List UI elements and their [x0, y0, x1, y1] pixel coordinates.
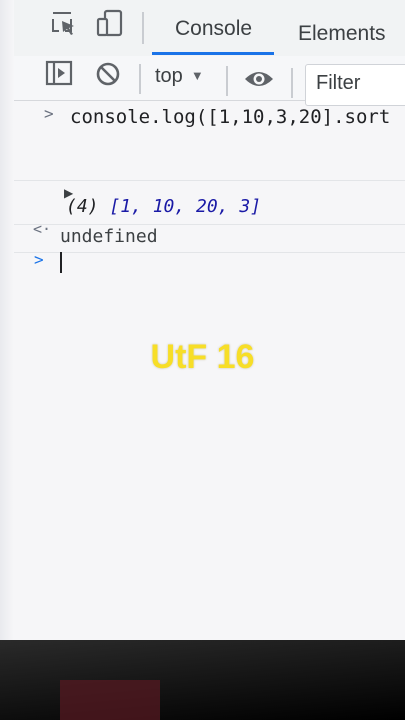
result-values: [1, 10, 20, 3] — [109, 196, 262, 217]
return-value: undefined — [60, 226, 158, 247]
console-input-entry[interactable]: console.log([1,10,3,20].sort — [70, 106, 390, 128]
result-divider — [0, 224, 405, 225]
toolbar-separator-2 — [226, 66, 228, 96]
console-prompt-input[interactable] — [60, 252, 62, 273]
screen-left-edge — [0, 0, 14, 665]
context-selector-label: top — [155, 65, 183, 87]
active-tab-indicator — [152, 52, 274, 55]
console-result-array[interactable]: (4) [1, 10, 20, 3] — [66, 196, 261, 217]
devtools-window: Console Elements top ▼ Filter > console.… — [0, 0, 405, 665]
sidebar-toggle-icon[interactable] — [45, 60, 73, 91]
tabbar-separator — [142, 12, 144, 44]
console-input-code: console.log([1,10,3,20].sort — [70, 106, 391, 128]
input-prompt-chevron-icon: > — [44, 104, 54, 123]
tab-elements[interactable]: Elements — [298, 22, 386, 46]
tab-console[interactable]: Console — [175, 17, 252, 41]
devtools-tabbar: Console Elements — [0, 0, 405, 57]
context-selector[interactable]: top ▼ — [155, 65, 204, 88]
entry-divider — [0, 180, 405, 181]
device-toggle-icon[interactable] — [96, 8, 124, 43]
clear-console-icon[interactable] — [95, 61, 121, 92]
chevron-down-icon: ▼ — [190, 68, 204, 83]
return-arrow-icon: <· — [33, 220, 52, 238]
overlay-caption: UtF 16 — [150, 338, 255, 376]
inspect-element-icon[interactable] — [50, 10, 78, 43]
bezel-reflection — [60, 680, 160, 720]
live-expression-eye-icon[interactable] — [243, 68, 275, 95]
result-count: (4) — [66, 196, 99, 217]
toolbar-separator-3 — [291, 68, 293, 98]
prompt-chevron-icon: > — [34, 250, 44, 269]
filter-input[interactable]: Filter — [305, 64, 405, 106]
toolbar-separator-1 — [139, 64, 141, 94]
filter-placeholder: Filter — [316, 72, 361, 94]
